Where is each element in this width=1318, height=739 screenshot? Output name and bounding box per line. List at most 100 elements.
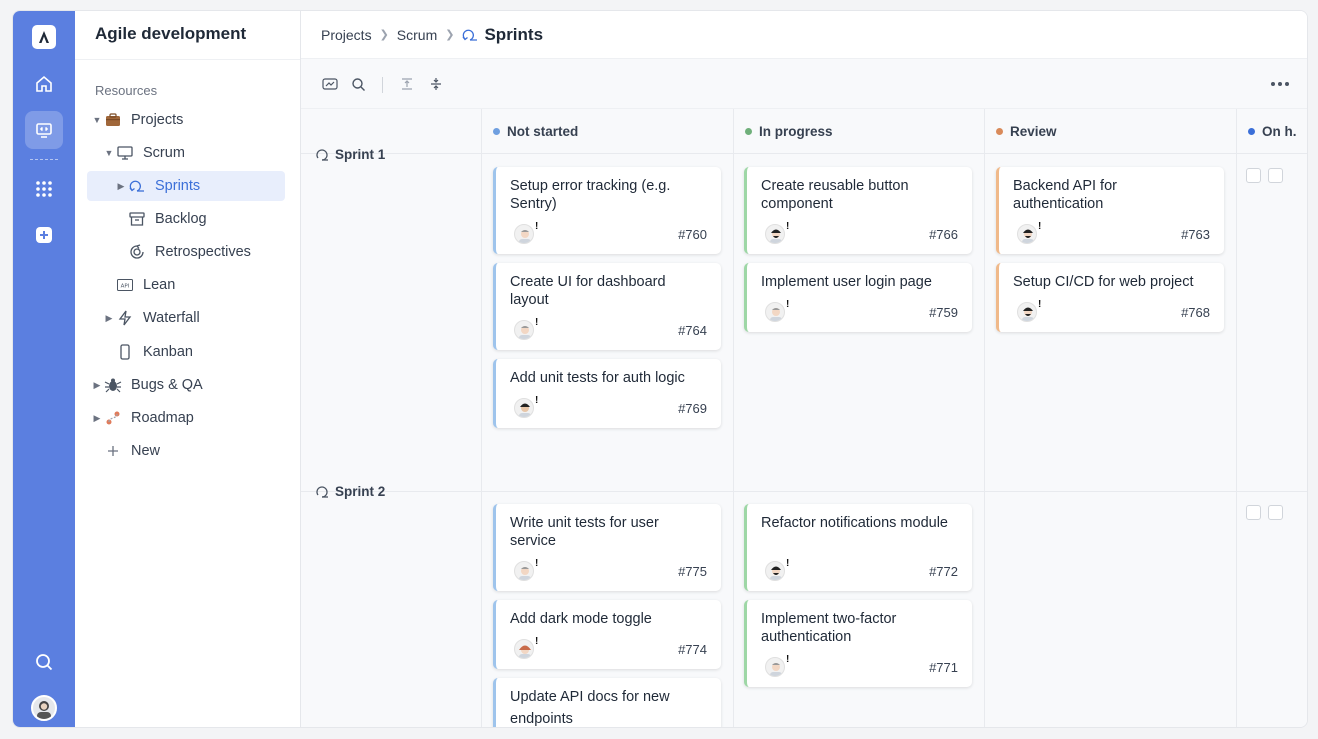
priority-flag: !	[535, 395, 539, 406]
column-header-review[interactable]: Review	[984, 109, 1236, 153]
sprint-divider	[301, 491, 1307, 492]
assignee-avatar[interactable]	[514, 320, 534, 340]
status-dot	[493, 127, 500, 135]
sidebar: Agile development Resources ▼ Projects ▼…	[75, 11, 301, 727]
caret-down-icon[interactable]: ▼	[91, 115, 103, 125]
assignee-avatar[interactable]	[765, 657, 785, 677]
user-avatar[interactable]	[31, 695, 57, 721]
page-title: Sprints	[484, 24, 544, 44]
task-card[interactable]: Update API docs for new endpoints	[493, 678, 721, 727]
sidebar-item-sprints[interactable]: ▶ Sprints	[87, 171, 285, 201]
sprint-loop-icon	[127, 177, 147, 195]
status-dot	[996, 127, 1003, 135]
home-icon[interactable]	[25, 65, 63, 103]
task-card[interactable]: Create UI for dashboard layout ! #764	[493, 263, 721, 350]
card-title: Implement two-factor authentication	[761, 611, 897, 645]
card-title: Backend API for authentication	[1013, 178, 1117, 212]
card-title: Add unit tests for auth logic	[510, 370, 685, 386]
task-card[interactable]: Add unit tests for auth logic ! #769	[493, 359, 721, 428]
task-card[interactable]: Setup error tracking (e.g. Sentry) ! #76…	[493, 167, 721, 254]
sidebar-item-lean[interactable]: API Lean	[115, 270, 286, 300]
priority-flag: !	[1038, 221, 1042, 232]
search-icon[interactable]	[349, 75, 367, 93]
search-icon[interactable]	[25, 643, 63, 681]
collapse-icon[interactable]	[427, 75, 445, 93]
sidebar-item-projects[interactable]: ▼ Projects	[91, 105, 286, 135]
card-footer: ! #772	[761, 558, 958, 581]
archive-icon	[127, 210, 147, 228]
breadcrumb-projects[interactable]: Projects	[321, 27, 372, 43]
sprint-loop-icon	[462, 28, 478, 42]
column-header-in-progress[interactable]: In progress	[733, 109, 984, 153]
caret-right-icon[interactable]: ▶	[91, 380, 103, 391]
sidebar-item-label: Bugs & QA	[131, 377, 203, 393]
app-logo-icon[interactable]	[32, 25, 56, 49]
sidebar-item-roadmap[interactable]: ▶ Roadmap	[91, 403, 286, 433]
sprint-group-1[interactable]: Sprint 1	[315, 147, 385, 162]
select-checkbox[interactable]	[1246, 505, 1261, 520]
assignee-avatar[interactable]	[514, 398, 534, 418]
assignee-avatar[interactable]	[765, 561, 785, 581]
apps-grid-icon[interactable]	[25, 170, 63, 208]
column-header-on-hold[interactable]: On h.	[1236, 109, 1307, 153]
task-card[interactable]: Backend API for authentication ! #763	[996, 167, 1224, 254]
assignee-avatar[interactable]	[1017, 302, 1037, 322]
task-card[interactable]: Create reusable button component ! #766	[744, 167, 972, 254]
sidebar-item-scrum[interactable]: ▼ Scrum	[103, 138, 286, 168]
task-card[interactable]: Refactor notifications module ! #772	[744, 504, 972, 591]
sidebar-item-backlog[interactable]: Backlog	[127, 204, 286, 234]
card-id: #760	[678, 227, 707, 242]
assignee-avatar[interactable]	[765, 302, 785, 322]
task-card[interactable]: Implement user login page ! #759	[744, 263, 972, 332]
svg-text:API: API	[121, 284, 130, 290]
task-card[interactable]: Add dark mode toggle ! #774	[493, 600, 721, 669]
projects-icon[interactable]	[25, 111, 63, 149]
card-title: Update API docs for new endpoints	[510, 689, 670, 727]
bug-icon	[103, 376, 123, 394]
sidebar-item-new[interactable]: New	[103, 436, 286, 466]
sprint-group-2[interactable]: Sprint 2	[315, 484, 385, 499]
expand-icon[interactable]	[398, 75, 416, 93]
resources-section-label: Resources	[95, 83, 158, 98]
sidebar-item-label: Roadmap	[131, 410, 194, 426]
column-label: Not started	[507, 123, 579, 139]
card-footer: ! #760	[510, 221, 707, 244]
main-content: Projects ❯ Scrum ❯ Sprints Not started I…	[301, 11, 1307, 727]
select-checkbox[interactable]	[1268, 168, 1283, 183]
assignee-avatar[interactable]	[514, 561, 534, 581]
sidebar-item-waterfall[interactable]: ▶ Waterfall	[103, 303, 286, 333]
assignee-avatar[interactable]	[514, 224, 534, 244]
card-title: Add dark mode toggle	[510, 611, 652, 627]
app-rail	[13, 11, 75, 727]
task-card[interactable]: Implement two-factor authentication ! #7…	[744, 600, 972, 687]
sidebar-item-retrospectives[interactable]: Retrospectives	[127, 237, 286, 267]
card-footer: ! #775	[510, 558, 707, 581]
select-checkbox[interactable]	[1268, 505, 1283, 520]
task-card[interactable]: Setup CI/CD for web project ! #768	[996, 263, 1224, 332]
more-options-icon[interactable]	[1271, 82, 1289, 86]
assignee-avatar[interactable]	[1017, 224, 1037, 244]
breadcrumb-scrum[interactable]: Scrum	[397, 27, 437, 43]
assignee-avatar[interactable]	[765, 224, 785, 244]
caret-right-icon[interactable]: ▶	[103, 313, 115, 324]
priority-flag: !	[535, 221, 539, 232]
app-window: Agile development Resources ▼ Projects ▼…	[12, 10, 1308, 728]
assignee-avatar[interactable]	[514, 639, 534, 659]
card-title: Implement user login page	[761, 274, 932, 290]
caret-right-icon[interactable]: ▶	[91, 413, 103, 424]
card-footer: ! #771	[761, 654, 958, 677]
card-title: Create UI for dashboard layout	[510, 274, 666, 308]
priority-flag: !	[786, 654, 790, 665]
caret-down-icon[interactable]: ▼	[103, 148, 115, 158]
select-checkbox[interactable]	[1246, 168, 1261, 183]
card-footer: ! #774	[510, 636, 707, 659]
add-icon[interactable]	[25, 216, 63, 254]
sidebar-item-bugs-qa[interactable]: ▶ Bugs & QA	[91, 370, 286, 400]
caret-right-icon[interactable]: ▶	[115, 181, 127, 192]
column-header-not-started[interactable]: Not started	[481, 109, 733, 153]
sprint-loop-icon	[316, 485, 328, 498]
sidebar-item-kanban[interactable]: Kanban	[115, 337, 286, 367]
plus-icon	[103, 442, 123, 460]
task-card[interactable]: Write unit tests for user service ! #775	[493, 504, 721, 591]
image-view-icon[interactable]	[321, 75, 339, 93]
